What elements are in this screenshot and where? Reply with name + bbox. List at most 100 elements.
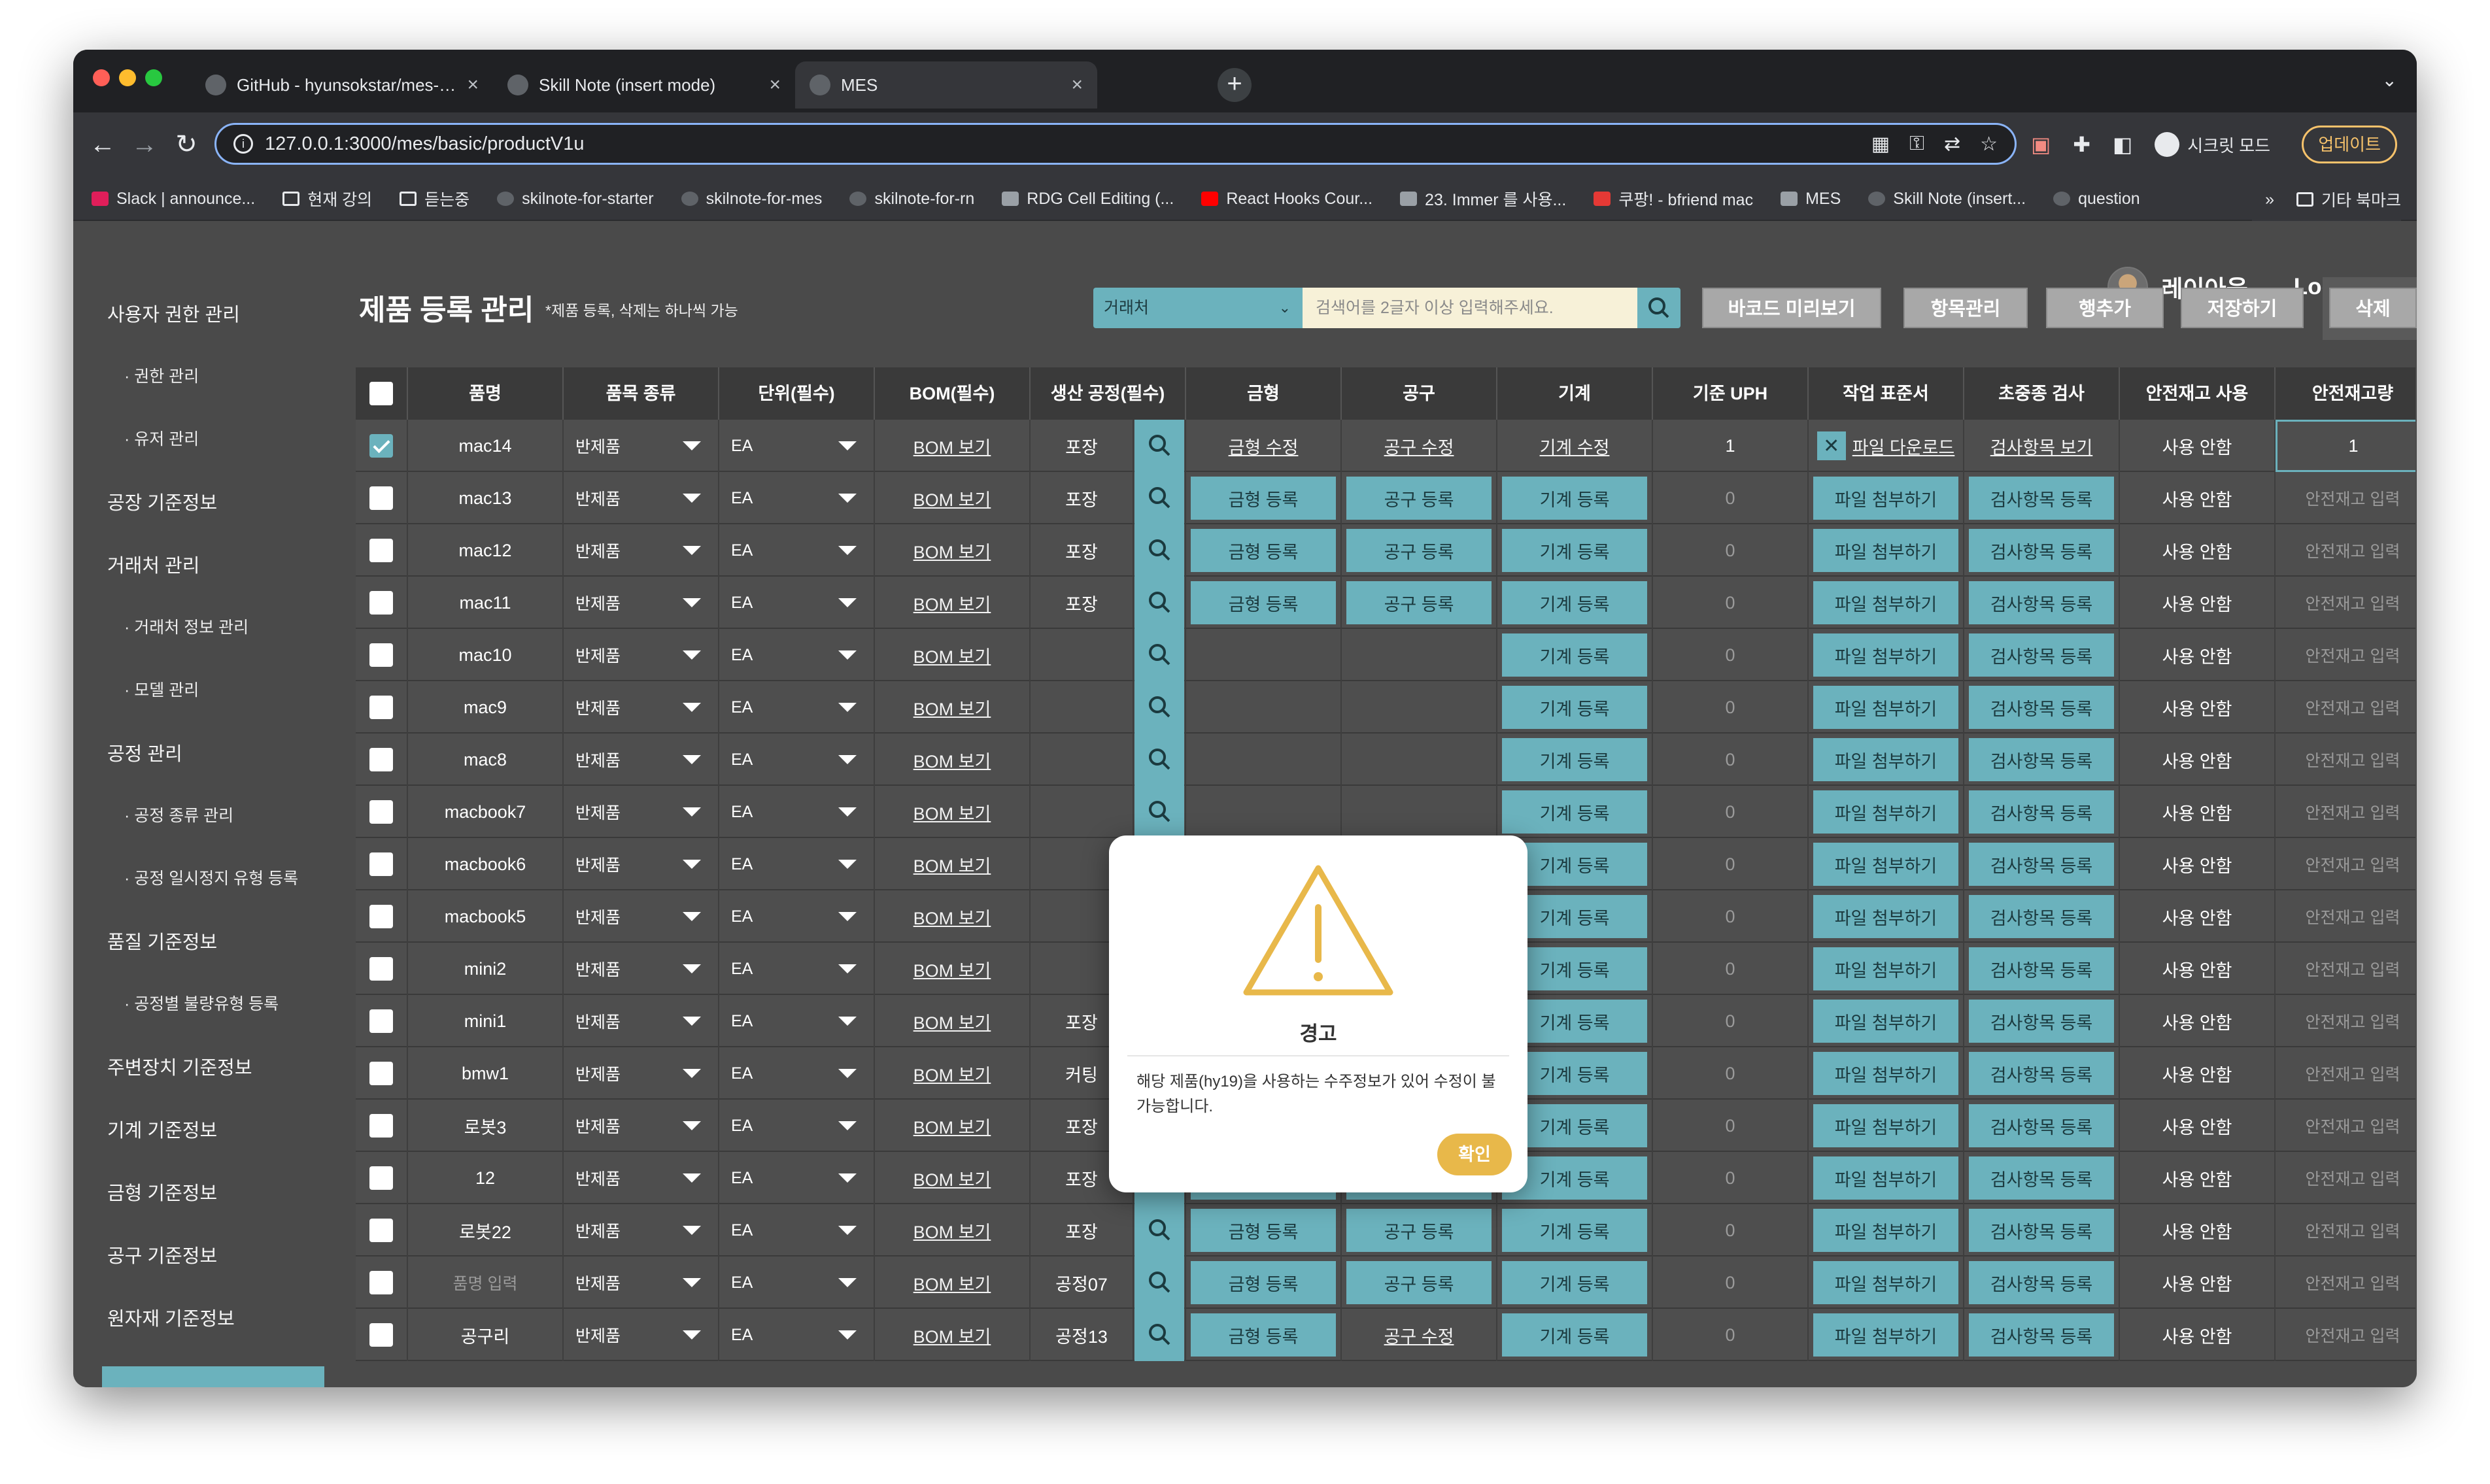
inspection-register-button[interactable]: 검사항목 등록	[1969, 633, 2114, 677]
process-search-button[interactable]	[1134, 681, 1184, 734]
safety-stock-qty-cell[interactable]: 안전재고 입력	[2276, 577, 2415, 629]
file-attach-button[interactable]: 파일 첨부하기	[1813, 1261, 1958, 1304]
search-button[interactable]	[1637, 288, 1680, 328]
process-search-button[interactable]	[1134, 472, 1184, 524]
uph-cell[interactable]: 0	[1653, 734, 1809, 786]
sidebar-item[interactable]: 사용자 권한 관리	[107, 299, 240, 327]
bom-view-link[interactable]: BOM 보기	[913, 1270, 991, 1296]
bookmark-item[interactable]: skilnote-for-starter	[497, 190, 654, 209]
machine-register-button[interactable]: 기계 등록	[1502, 633, 1647, 677]
item-type-select[interactable]: 반제품	[564, 995, 719, 1047]
bom-view-link[interactable]: BOM 보기	[913, 433, 991, 459]
bom-view-link[interactable]: BOM 보기	[913, 800, 991, 825]
item-type-select[interactable]: 반제품	[564, 472, 719, 524]
machine-edit-link[interactable]: 기계 수정	[1540, 433, 1610, 459]
bookmark-item[interactable]: 듣는중	[400, 187, 469, 211]
bookmark-item[interactable]: 쿠팡! - bfriend mac	[1594, 187, 1753, 211]
bom-view-link[interactable]: BOM 보기	[913, 590, 991, 616]
sidebar-item[interactable]: 원자재 기준정보	[107, 1304, 235, 1331]
bom-view-link[interactable]: BOM 보기	[913, 1218, 991, 1243]
bom-view-link[interactable]: BOM 보기	[913, 695, 991, 720]
safety-stock-use-cell[interactable]: 사용 안함	[2120, 1309, 2276, 1361]
close-icon[interactable]: ×	[1071, 74, 1083, 96]
product-name-cell[interactable]: macbook5	[408, 890, 564, 943]
safety-stock-qty-cell[interactable]: 안전재고 입력	[2276, 472, 2415, 524]
inspection-register-button[interactable]: 검사항목 등록	[1969, 1313, 2114, 1357]
row-checkbox[interactable]	[369, 643, 393, 667]
unit-select[interactable]: EA	[719, 681, 875, 734]
row-checkbox[interactable]	[369, 486, 393, 510]
file-attach-button[interactable]: 파일 첨부하기	[1813, 581, 1958, 624]
item-type-select[interactable]: 반제품	[564, 1047, 719, 1100]
row-checkbox[interactable]	[369, 539, 393, 562]
file-attach-button[interactable]: 파일 첨부하기	[1813, 738, 1958, 781]
machine-register-button[interactable]: 기계 등록	[1502, 738, 1647, 781]
bom-view-link[interactable]: BOM 보기	[913, 852, 991, 877]
column-header[interactable]: 안전재고 사용	[2120, 367, 2276, 420]
tool-register-button[interactable]: 공구 등록	[1346, 1209, 1492, 1252]
process-search-button[interactable]	[1134, 734, 1184, 786]
mold-register-button[interactable]: 금형 등록	[1191, 529, 1336, 572]
bookmark-item[interactable]: Slack | announce...	[92, 190, 255, 209]
column-header[interactable]: 안전재고량	[2276, 367, 2415, 420]
sidebar-item[interactable]: · 공정별 불량유형 등록	[124, 991, 279, 1015]
inspection-register-button[interactable]: 검사항목 등록	[1969, 895, 2114, 938]
mold-edit-link[interactable]: 금형 수정	[1229, 433, 1299, 459]
safety-stock-use-cell[interactable]: 사용 안함	[2120, 524, 2276, 577]
product-name-cell[interactable]: mini2	[408, 943, 564, 995]
unit-select[interactable]: EA	[719, 1256, 875, 1309]
bookmark-item[interactable]: 23. Immer 를 사용...	[1400, 187, 1566, 211]
bom-view-link[interactable]: BOM 보기	[913, 747, 991, 773]
process-search-button[interactable]	[1134, 1256, 1184, 1309]
safety-stock-use-cell[interactable]: 사용 안함	[2120, 1256, 2276, 1309]
safety-stock-qty-cell[interactable]: 안전재고 입력	[2276, 524, 2415, 577]
process-search-button[interactable]	[1134, 1309, 1184, 1361]
column-header[interactable]: 품목 종류	[564, 367, 719, 420]
file-attach-button[interactable]: 파일 첨부하기	[1813, 947, 1958, 990]
unit-select[interactable]: EA	[719, 1152, 875, 1204]
other-bookmarks-folder[interactable]: 기타 북마크	[2296, 188, 2401, 211]
tool-edit-link[interactable]: 공구 수정	[1384, 1323, 1454, 1348]
unit-select[interactable]: EA	[719, 577, 875, 629]
unit-select[interactable]: EA	[719, 629, 875, 681]
search-input[interactable]: 검색어를 2글자 이상 입력해주세요.	[1303, 288, 1637, 328]
row-checkbox[interactable]	[369, 957, 393, 981]
bom-view-link[interactable]: BOM 보기	[913, 1166, 991, 1191]
modal-ok-button[interactable]: 확인	[1437, 1134, 1512, 1175]
safety-stock-qty-cell[interactable]: 안전재고 입력	[2276, 1309, 2415, 1361]
file-attach-button[interactable]: 파일 첨부하기	[1813, 1000, 1958, 1043]
process-search-button[interactable]	[1134, 577, 1184, 629]
item-type-select[interactable]: 반제품	[564, 1100, 719, 1152]
product-name-cell[interactable]: mac8	[408, 734, 564, 786]
safety-stock-qty-cell[interactable]: 안전재고 입력	[2276, 629, 2415, 681]
file-attach-button[interactable]: 파일 첨부하기	[1813, 1052, 1958, 1095]
safety-stock-use-cell[interactable]: 사용 안함	[2120, 838, 2276, 890]
unit-select[interactable]: EA	[719, 786, 875, 838]
product-name-cell[interactable]: macbook6	[408, 838, 564, 890]
sidebar-item[interactable]: 공정 관리	[107, 739, 182, 766]
inspection-register-button[interactable]: 검사항목 등록	[1969, 477, 2114, 520]
row-checkbox[interactable]	[369, 696, 393, 719]
inspection-register-button[interactable]: 검사항목 등록	[1969, 947, 2114, 990]
file-attach-button[interactable]: 파일 첨부하기	[1813, 529, 1958, 572]
sidebar-item[interactable]: 주변장치 기준정보	[107, 1053, 252, 1080]
safety-stock-use-cell[interactable]: 사용 안함	[2120, 472, 2276, 524]
safety-stock-qty-cell[interactable]: 안전재고 입력	[2276, 943, 2415, 995]
mold-register-button[interactable]: 금형 등록	[1191, 581, 1336, 624]
row-checkbox[interactable]	[369, 1271, 393, 1294]
machine-register-button[interactable]: 기계 등록	[1502, 581, 1647, 624]
row-checkbox[interactable]	[369, 800, 393, 824]
product-name-cell[interactable]: 12	[408, 1152, 564, 1204]
mold-register-button[interactable]: 금형 등록	[1191, 1261, 1336, 1304]
safety-stock-qty-cell[interactable]: 안전재고 입력	[2276, 1256, 2415, 1309]
safety-stock-use-cell[interactable]: 사용 안함	[2120, 890, 2276, 943]
inspection-register-button[interactable]: 검사항목 등록	[1969, 790, 2114, 834]
forward-icon[interactable]: →	[127, 127, 162, 162]
item-type-select[interactable]: 반제품	[564, 943, 719, 995]
unit-select[interactable]: EA	[719, 890, 875, 943]
safety-stock-use-cell[interactable]: 사용 안함	[2120, 1204, 2276, 1256]
machine-register-button[interactable]: 기계 등록	[1502, 477, 1647, 520]
column-header[interactable]: 생산 공정(필수)	[1031, 367, 1186, 420]
unit-select[interactable]: EA	[719, 524, 875, 577]
product-name-cell[interactable]: mac10	[408, 629, 564, 681]
